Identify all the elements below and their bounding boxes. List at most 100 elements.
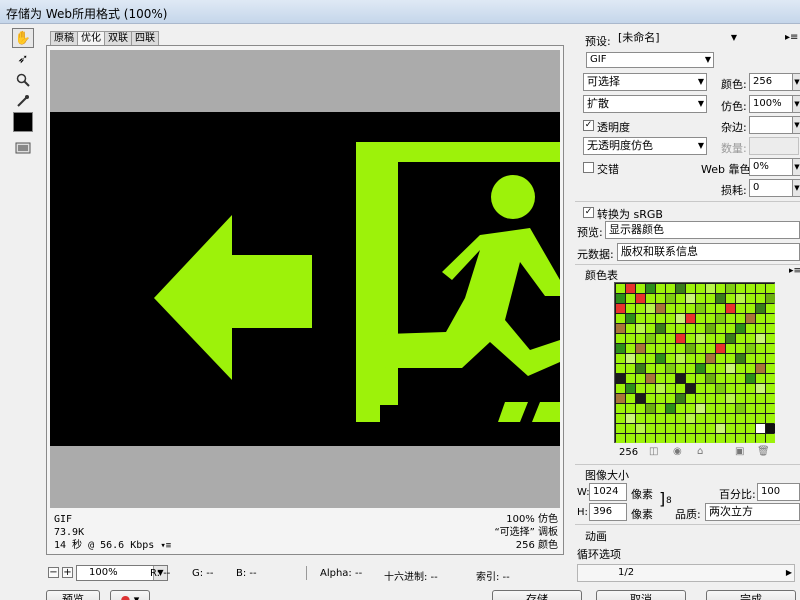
color-swatch[interactable] [616, 394, 625, 403]
color-swatch[interactable] [696, 354, 705, 363]
color-swatch[interactable] [676, 424, 685, 433]
color-swatch[interactable] [726, 364, 735, 373]
color-swatch[interactable] [736, 394, 745, 403]
color-swatch[interactable] [746, 314, 755, 323]
color-swatch[interactable] [666, 284, 675, 293]
color-swatch[interactable] [676, 294, 685, 303]
color-swatch[interactable] [626, 324, 635, 333]
matte-dropdown[interactable]: ▼ [792, 116, 800, 134]
color-swatch[interactable] [686, 294, 695, 303]
color-swatch[interactable] [756, 354, 765, 363]
color-swatch[interactable] [706, 394, 715, 403]
dither-algorithm-select[interactable]: 扩散 ▼ [583, 95, 707, 113]
color-swatch[interactable] [676, 394, 685, 403]
color-swatch[interactable] [746, 394, 755, 403]
color-swatch[interactable] [746, 334, 755, 343]
color-swatch[interactable] [726, 334, 735, 343]
color-swatch[interactable] [736, 414, 745, 423]
color-swatch[interactable] [736, 434, 745, 443]
color-swatch[interactable] [686, 424, 695, 433]
color-swatch[interactable] [636, 434, 645, 443]
color-swatch[interactable] [716, 354, 725, 363]
color-swatch[interactable] [626, 414, 635, 423]
color-swatch[interactable] [746, 344, 755, 353]
color-swatch[interactable] [716, 314, 725, 323]
color-swatch[interactable] [636, 384, 645, 393]
dither-input[interactable]: 100% [749, 95, 793, 113]
color-swatch[interactable] [626, 434, 635, 443]
color-swatch[interactable] [686, 404, 695, 413]
color-swatch[interactable] [716, 384, 725, 393]
color-swatch[interactable] [626, 344, 635, 353]
color-swatch[interactable] [706, 304, 715, 313]
color-swatch[interactable] [686, 344, 695, 353]
color-swatch[interactable] [736, 284, 745, 293]
color-swatch[interactable] [676, 284, 685, 293]
color-swatch[interactable] [766, 414, 775, 423]
format-select[interactable]: GIF ▼ [586, 52, 714, 68]
color-swatch[interactable] [676, 384, 685, 393]
color-swatch[interactable] [726, 394, 735, 403]
color-swatch[interactable] [746, 354, 755, 363]
color-swatch[interactable] [616, 334, 625, 343]
trash-icon[interactable]: 🗑 [757, 446, 770, 457]
color-swatch[interactable] [616, 404, 625, 413]
color-swatch[interactable] [756, 294, 765, 303]
preview-button[interactable]: 预览 [46, 590, 100, 600]
color-swatch[interactable] [756, 374, 765, 383]
color-swatch[interactable] [676, 374, 685, 383]
web-snap-input[interactable]: 0% [749, 158, 793, 176]
color-swatch[interactable] [656, 334, 665, 343]
lock-icon[interactable]: ⌂ [697, 446, 703, 457]
color-swatch[interactable] [616, 374, 625, 383]
color-table-menu-icon[interactable]: ▸≡ [789, 266, 800, 276]
color-swatch[interactable] [716, 294, 725, 303]
chain-link-icon[interactable]: 8 [666, 496, 672, 506]
percent-input[interactable]: 100 [757, 483, 800, 501]
color-swatch[interactable] [656, 354, 665, 363]
tab-optimized[interactable]: 优化 [77, 31, 105, 45]
color-swatch[interactable] [646, 354, 655, 363]
color-swatch[interactable] [716, 334, 725, 343]
info-menu-icon[interactable]: ▾≡ [160, 541, 171, 551]
color-swatch[interactable] [696, 324, 705, 333]
color-swatch[interactable] [746, 384, 755, 393]
color-swatch[interactable] [626, 404, 635, 413]
color-swatch[interactable] [616, 424, 625, 433]
color-swatch[interactable] [636, 414, 645, 423]
color-swatch[interactable] [676, 334, 685, 343]
color-swatch[interactable] [646, 284, 655, 293]
lossy-input[interactable]: 0 [749, 179, 793, 197]
color-swatch[interactable] [696, 304, 705, 313]
color-swatch[interactable] [666, 304, 675, 313]
color-swatch[interactable] [746, 284, 755, 293]
color-swatch[interactable] [706, 364, 715, 373]
eyedropper-icon[interactable] [12, 91, 34, 111]
color-swatch[interactable] [636, 334, 645, 343]
color-swatch[interactable] [706, 434, 715, 443]
color-swatch[interactable] [716, 344, 725, 353]
eyedropper-color-swatch[interactable] [13, 112, 33, 132]
color-swatch[interactable] [706, 334, 715, 343]
color-swatch[interactable] [646, 294, 655, 303]
color-swatch[interactable] [686, 384, 695, 393]
color-swatch[interactable] [756, 324, 765, 333]
color-swatch[interactable] [676, 434, 685, 443]
color-swatch[interactable] [726, 374, 735, 383]
color-swatch[interactable] [756, 414, 765, 423]
color-swatch[interactable] [756, 304, 765, 313]
zoom-icon[interactable] [12, 70, 34, 90]
color-swatch[interactable] [666, 434, 675, 443]
color-swatch[interactable] [726, 284, 735, 293]
color-swatch[interactable] [626, 314, 635, 323]
color-swatch[interactable] [736, 384, 745, 393]
color-swatch[interactable] [766, 324, 775, 333]
color-swatch[interactable] [656, 324, 665, 333]
lossy-dropdown[interactable]: ▼ [792, 179, 800, 197]
color-swatch[interactable] [756, 394, 765, 403]
color-swatch[interactable] [756, 284, 765, 293]
color-swatch[interactable] [706, 404, 715, 413]
color-swatch[interactable] [716, 304, 725, 313]
color-swatch[interactable] [646, 314, 655, 323]
preview-select[interactable]: 显示器颜色 [605, 221, 800, 239]
